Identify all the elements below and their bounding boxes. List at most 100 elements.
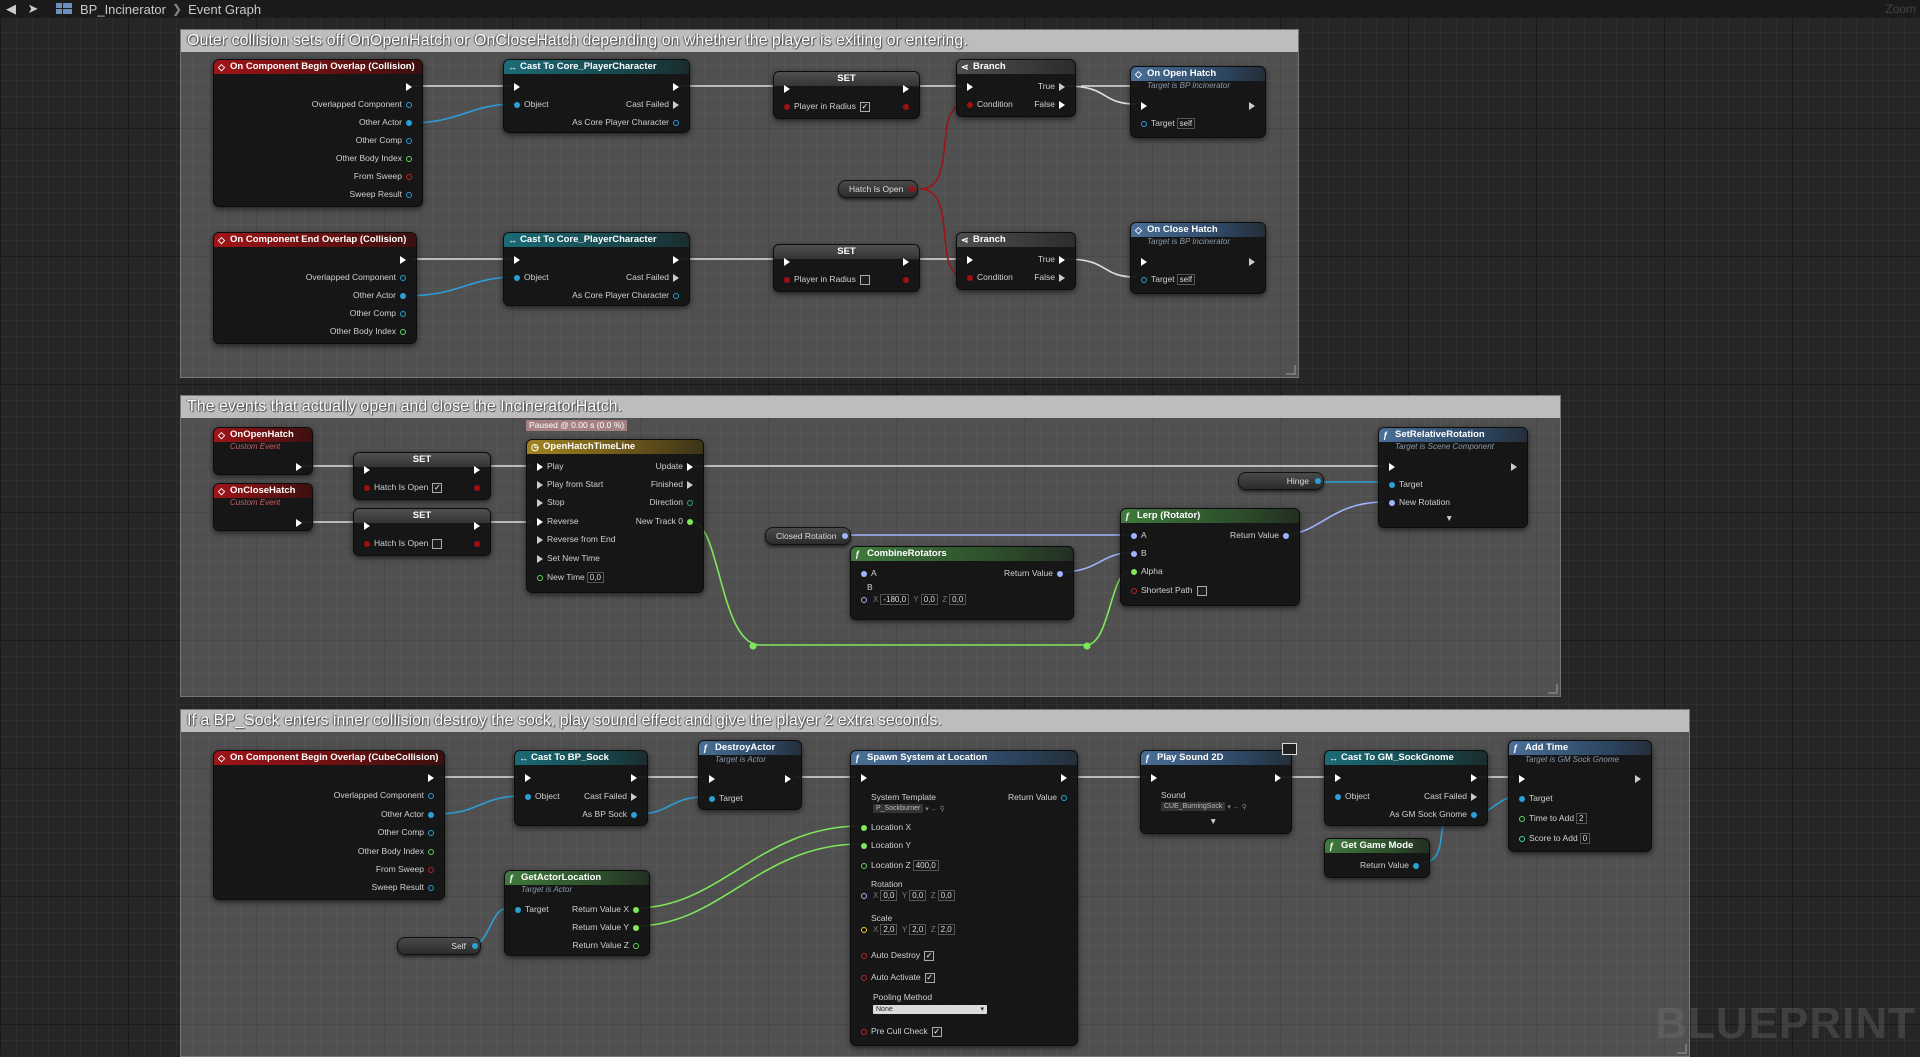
pin-other-comp[interactable]: Other Comp	[356, 134, 416, 146]
pin-location-y[interactable]: Location Y	[857, 839, 911, 851]
sound-dropdown[interactable]: CUE_BurningSock ▾ ← ⚲	[1161, 800, 1247, 812]
var-hatch-is-open[interactable]: Hatch Is Open	[838, 180, 919, 198]
scale-y-field[interactable]: 2,0	[909, 924, 927, 936]
cast-to-core-player-1[interactable]: ↔ Cast To Core_PlayerCharacter Object Cas…	[503, 59, 690, 133]
pin-true[interactable]: True	[1038, 80, 1069, 92]
pin-reverse[interactable]: Reverse	[533, 515, 579, 527]
pin-target[interactable]: Target self	[1137, 273, 1196, 286]
pin-target[interactable]: Target	[1385, 478, 1423, 490]
bool-out-pin[interactable]	[909, 186, 916, 192]
auto-destroy-checkbox[interactable]: ✓	[924, 950, 935, 961]
lerp-rotator[interactable]: ƒ Lerp (Rotator) A Return Value B Alpha S…	[1120, 508, 1300, 606]
comment-title[interactable]: If a BP_Sock enters inner collision dest…	[181, 710, 1689, 732]
pin-object[interactable]: Object	[510, 271, 549, 283]
pin-as-core-player[interactable]: As Core Player Character	[572, 116, 683, 128]
pin-as-bp-sock[interactable]: As BP Sock	[582, 808, 641, 820]
pin-auto-destroy[interactable]: Auto Destroy ✓	[857, 949, 935, 961]
exec-out-pin[interactable]	[396, 253, 410, 265]
pin-play[interactable]: Play	[533, 460, 564, 472]
pin-object[interactable]: Object	[521, 790, 560, 802]
pin-object[interactable]: Object	[1331, 790, 1370, 802]
pin-overlapped-component[interactable]: Overlapped Component	[334, 789, 438, 801]
exec-in-pin[interactable]	[1137, 255, 1151, 267]
pin-target[interactable]: Target self	[1137, 117, 1196, 130]
pin-cast-failed[interactable]: Cast Failed	[1424, 790, 1481, 802]
exec-out-pin[interactable]	[899, 255, 913, 267]
cast-to-bp-sock[interactable]: ↔ Cast To BP_Sock Object Cast Failed As B…	[514, 750, 648, 826]
pin-target[interactable]: Target	[511, 903, 549, 915]
pre-cull-checkbox[interactable]: ✓	[931, 1026, 942, 1037]
exec-in-pin[interactable]	[1515, 772, 1529, 784]
pin-b[interactable]: X -180,0 Y 0,0 Z 0,0	[857, 593, 967, 606]
pin-shortest-path[interactable]: Shortest Path	[1127, 584, 1207, 596]
comment-title[interactable]: The events that actually open and close …	[181, 396, 1560, 418]
destroy-actor[interactable]: ƒ DestroyActor Target is Actor Target	[698, 740, 802, 810]
pin-play-from-start[interactable]: Play from Start	[533, 478, 603, 490]
get-actor-location[interactable]: ƒ GetActorLocation Target is Actor Target…	[504, 870, 650, 956]
pin-new-rotation[interactable]: New Rotation	[1385, 496, 1450, 508]
get-game-mode[interactable]: ƒ Get Game Mode Return Value	[1324, 838, 1430, 878]
pin-reverse-from-end[interactable]: Reverse from End	[533, 533, 616, 545]
pin-sweep-result[interactable]: Sweep Result	[372, 881, 438, 893]
pin-as-gm-sock-gnome[interactable]: As GM Sock Gnome	[1390, 808, 1481, 820]
pin-score-to-add[interactable]: Score to Add 0	[1515, 832, 1591, 845]
pin-return-y[interactable]: Return Value Y	[572, 921, 643, 933]
exec-out-pin[interactable]	[1467, 771, 1481, 783]
object-out-pin[interactable]	[472, 943, 478, 949]
exec-out-pin[interactable]	[669, 80, 683, 92]
pin-rotation[interactable]: X 0,0 Y 0,0 Z 0,0	[857, 889, 955, 902]
exec-in-pin[interactable]	[1137, 99, 1151, 111]
pin-time-to-add[interactable]: Time to Add 2	[1515, 812, 1587, 825]
exec-in-pin[interactable]	[857, 771, 871, 783]
pin-condition[interactable]: Condition	[963, 98, 1013, 110]
pin-return-z[interactable]: Return Value Z	[572, 939, 643, 951]
pin-auto-activate[interactable]: Auto Activate ✓	[857, 971, 935, 983]
exec-out-pin[interactable]	[899, 82, 913, 94]
pooling-dropdown[interactable]: None ▾	[873, 1003, 987, 1015]
rotation-x-field[interactable]: 0,0	[880, 890, 898, 902]
scale-z-field[interactable]: 2,0	[937, 924, 955, 936]
branch-1[interactable]: ⋖ Branch True Condition False	[956, 59, 1076, 117]
pin-other-body-index[interactable]: Other Body Index	[336, 152, 416, 164]
pin-other-actor[interactable]: Other Actor	[353, 289, 410, 301]
exec-out-pin[interactable]	[1057, 771, 1071, 783]
location-z-field[interactable]: 400,0	[912, 860, 939, 872]
pin-target[interactable]: Target	[705, 792, 743, 804]
pin-update[interactable]: Update	[656, 460, 697, 472]
var-closed-rotation[interactable]: Closed Rotation	[765, 527, 852, 545]
pin-hatch-is-open[interactable]: Hatch Is Open ✓	[360, 481, 443, 493]
pin-other-actor[interactable]: Other Actor	[381, 808, 438, 820]
exec-out-pin[interactable]	[402, 80, 416, 92]
exec-out-pin[interactable]	[424, 771, 438, 783]
exec-in-pin[interactable]	[780, 255, 794, 267]
pin-return-value[interactable]: Return Value	[1360, 859, 1423, 871]
exec-in-pin[interactable]	[705, 772, 719, 784]
pin-location-x[interactable]: Location X	[857, 821, 911, 833]
pin-alpha[interactable]: Alpha	[1127, 565, 1163, 577]
exec-out-pin[interactable]	[292, 516, 306, 528]
cast-to-gm-sockgnome[interactable]: ↔ Cast To GM_SockGnome Object Cast Failed…	[1324, 750, 1488, 826]
exec-out-pin[interactable]	[470, 519, 484, 531]
pin-set-new-time[interactable]: Set New Time	[533, 552, 600, 564]
pin-player-in-radius[interactable]: Player in Radius ✓	[780, 100, 870, 112]
object-out-pin[interactable]	[1315, 478, 1321, 484]
pin-output-bool[interactable]	[470, 537, 484, 549]
pin-cast-failed[interactable]: Cast Failed	[626, 98, 683, 110]
expand-arrow-icon[interactable]: ▼	[1445, 512, 1453, 524]
exec-out-pin[interactable]	[1245, 99, 1259, 111]
pin-scale[interactable]: X 2,0 Y 2,0 Z 2,0	[857, 923, 955, 936]
exec-out-pin[interactable]	[292, 460, 306, 472]
exec-out-pin[interactable]	[669, 253, 683, 265]
pin-pre-cull-check[interactable]: Pre Cull Check ✓	[857, 1025, 942, 1037]
exec-in-pin[interactable]	[963, 253, 977, 265]
pin-other-comp[interactable]: Other Comp	[378, 826, 438, 838]
exec-out-pin[interactable]	[1245, 255, 1259, 267]
pin-b[interactable]: B	[1127, 547, 1147, 559]
pin-overlapped-component[interactable]: Overlapped Component	[312, 98, 416, 110]
resize-grip[interactable]	[1286, 365, 1296, 375]
pin-overlapped-component[interactable]: Overlapped Component	[306, 271, 410, 283]
pin-a[interactable]: A	[1127, 529, 1147, 541]
exec-out-pin[interactable]	[627, 771, 641, 783]
rotation-y-field[interactable]: 0,0	[909, 890, 927, 902]
call-on-close-hatch[interactable]: ◇ On Close Hatch Target is BP Incinerator…	[1130, 222, 1266, 294]
